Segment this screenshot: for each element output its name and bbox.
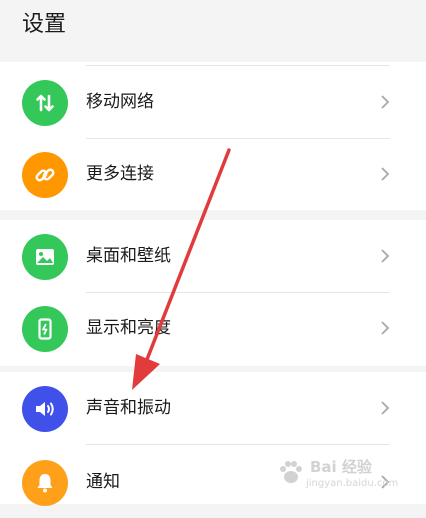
wallpaper-image-icon [22,234,68,280]
settings-item-mobile-network[interactable]: 移动网络 [0,66,426,138]
settings-group-display: 桌面和壁纸 显示和亮度 [0,220,426,366]
settings-item-label: 显示和亮度 [86,318,171,338]
settings-item-label: 通知 [86,472,120,492]
display-brightness-icon [22,306,68,352]
settings-item-label: 移动网络 [86,92,154,112]
speaker-volume-icon [22,386,68,432]
chevron-right-icon [381,475,390,489]
settings-item-sound-vibration[interactable]: 声音和振动 [0,372,426,444]
page-title: 设置 [22,12,67,37]
settings-item-desktop-wallpaper[interactable]: 桌面和壁纸 [0,220,426,292]
chevron-right-icon [381,167,390,181]
chevron-right-icon [381,95,390,109]
chevron-right-icon [381,401,390,415]
settings-group-sound: 声音和振动 通知 [0,372,426,506]
settings-group-network: 移动网络 更多连接 [0,62,426,210]
settings-item-label: 桌面和壁纸 [86,246,171,266]
settings-item-label: 声音和振动 [86,398,171,418]
settings-item-display-brightness[interactable]: 显示和亮度 [0,292,426,364]
mobile-data-arrows-icon [22,80,68,126]
settings-item-label: 更多连接 [86,164,154,184]
link-chain-icon [22,152,68,198]
chevron-right-icon [381,249,390,263]
settings-item-more-connections[interactable]: 更多连接 [0,138,426,210]
notification-bell-icon [22,460,68,506]
settings-item-notifications[interactable]: 通知 [0,446,426,518]
divider [86,444,390,445]
chevron-right-icon [381,321,390,335]
